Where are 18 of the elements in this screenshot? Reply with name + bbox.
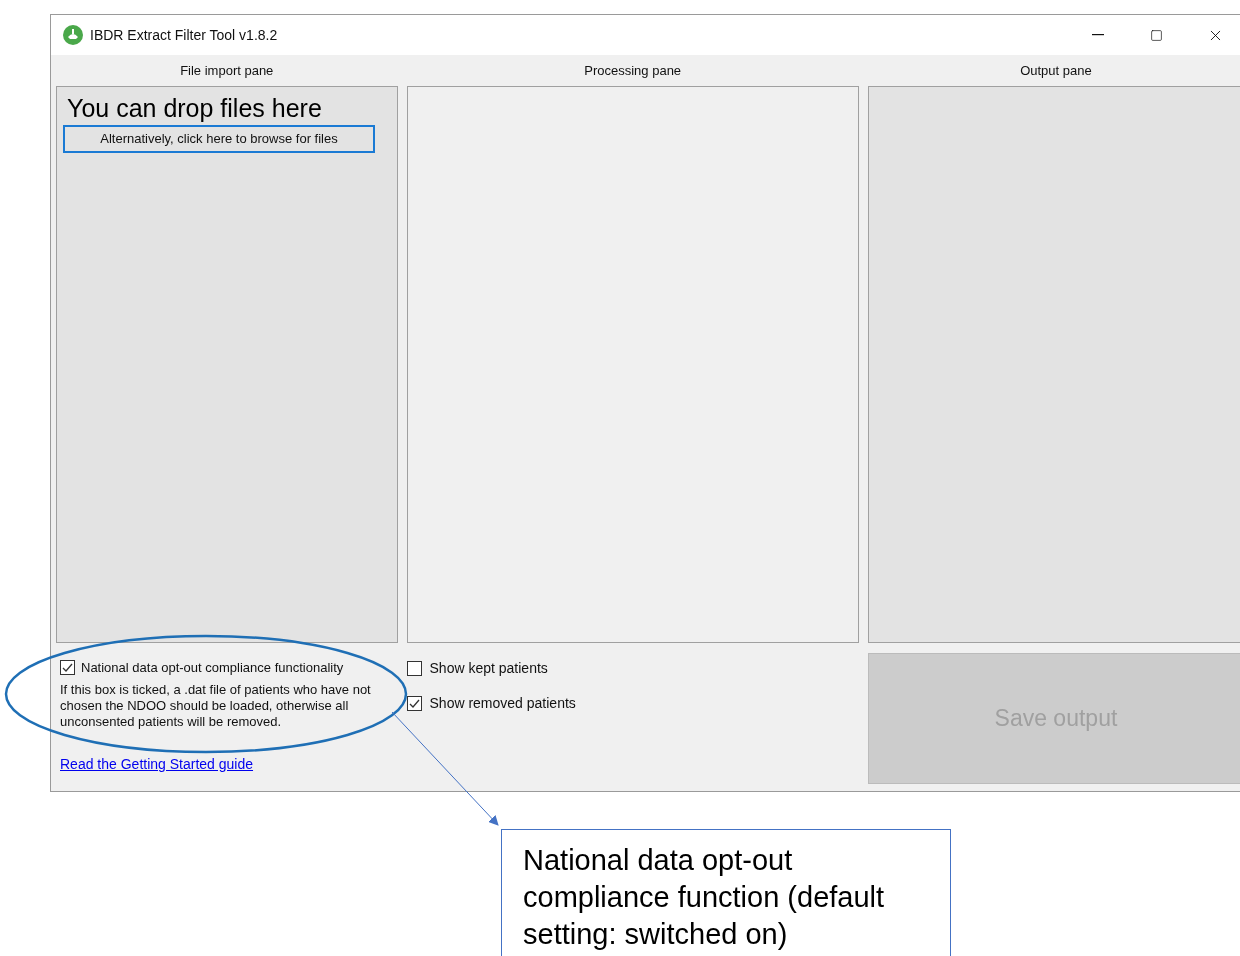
checkbox[interactable] [60,660,75,676]
browse-button[interactable]: Alternatively, click here to browse for files [63,125,375,153]
drop-heading: You can drop files here [67,93,323,123]
pane-heading: Output pane [1020,61,1092,80]
checkbox[interactable] [406,661,422,676]
checkbox-label: National data opt-out compliance functionality [81,659,344,677]
callout-text: National data opt-out compliance function (default setting: switched on) [523,843,886,952]
maximize-icon [1150,28,1163,42]
minimize-icon [1091,34,1104,36]
checkbox-label: Show kept patients [429,659,548,678]
checkbox[interactable] [406,696,422,711]
pane-heading: Processing pane [584,61,682,80]
checkbox-label: Show removed patients [429,694,576,713]
app-logo-icon [63,25,83,45]
getting-started-link[interactable]: Read the Getting Started guide [60,753,254,775]
window-title: IBDR Extract Filter Tool v1.8.2 [90,25,278,45]
opt-out-description: If this box is ticked, a .dat file of patients who have not chosen the NDOO should be loaded, otherwise all unconsented patients will be removed. [60,681,372,730]
pane-heading: File import pane [180,61,274,80]
